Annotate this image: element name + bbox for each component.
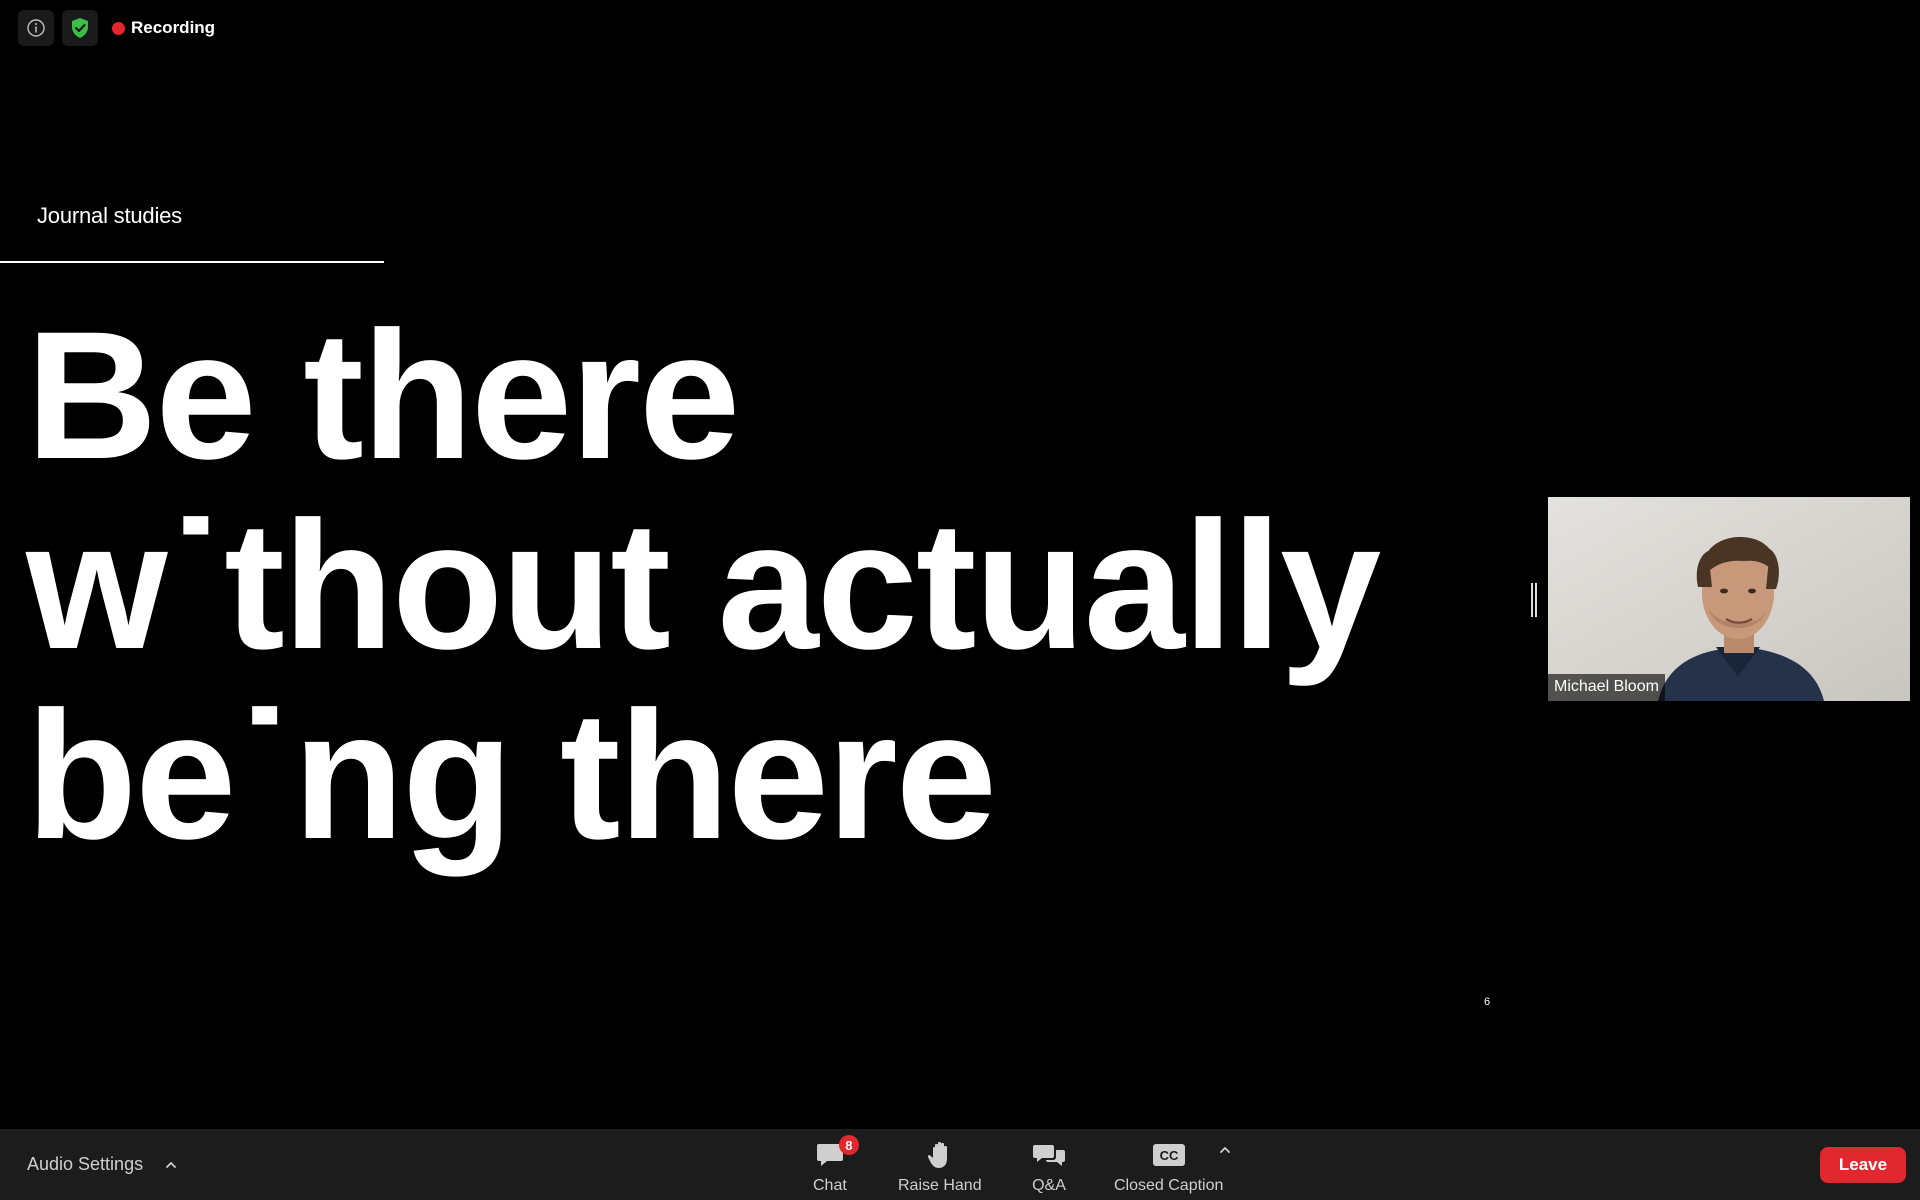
recording-dot-icon bbox=[112, 21, 125, 35]
participant-video-feed bbox=[1548, 497, 1910, 701]
participant-video-tile[interactable]: Michael Bloom bbox=[1548, 497, 1910, 701]
slide-divider bbox=[0, 261, 384, 263]
closed-caption-button[interactable]: CC Closed Caption bbox=[1114, 1129, 1223, 1200]
qa-button[interactable]: Q&A bbox=[1032, 1129, 1066, 1200]
chat-unread-badge: 8 bbox=[838, 1135, 859, 1155]
meeting-info-button[interactable] bbox=[18, 10, 54, 46]
cc-icon: CC bbox=[1152, 1144, 1185, 1166]
slide-section-title: Journal studies bbox=[37, 203, 182, 228]
chat-label: Chat bbox=[813, 1177, 847, 1194]
participant-name-tag: Michael Bloom bbox=[1548, 674, 1665, 701]
shield-check-icon bbox=[72, 18, 88, 38]
recording-indicator[interactable]: Recording bbox=[106, 10, 221, 46]
headline-line-3: be˙ng there bbox=[26, 673, 997, 877]
caption-options-chevron-icon[interactable] bbox=[1218, 1143, 1232, 1157]
view-splitter-handle[interactable] bbox=[1531, 583, 1537, 617]
recording-label: Recording bbox=[131, 18, 216, 37]
headline-line-1: Be there bbox=[26, 293, 740, 497]
closed-caption-label: Closed Caption bbox=[1114, 1177, 1224, 1194]
chevron-up-icon bbox=[166, 1161, 176, 1168]
raise-hand-button[interactable]: Raise Hand bbox=[898, 1129, 982, 1200]
slide-page-number: 6 bbox=[1484, 996, 1491, 1008]
meeting-status-bar: Recording bbox=[18, 10, 221, 46]
hand-icon bbox=[927, 1141, 947, 1168]
zoom-meeting-window: Recording Journal studies Be there w˙tho… bbox=[0, 0, 1920, 1200]
info-icon bbox=[27, 19, 45, 37]
chat-button[interactable]: 8 Chat bbox=[813, 1129, 859, 1200]
meeting-toolbar: Audio Settings 8 Chat Raise Hand Q&A CC … bbox=[0, 1129, 1920, 1200]
encryption-button[interactable] bbox=[62, 10, 98, 46]
slide-headline: Be there w˙thout actually be˙ng there bbox=[26, 300, 1526, 870]
audio-settings-label: Audio Settings bbox=[27, 1154, 144, 1174]
raise-hand-label: Raise Hand bbox=[898, 1177, 982, 1194]
leave-meeting-button[interactable]: Leave bbox=[1820, 1147, 1906, 1183]
qa-label: Q&A bbox=[1032, 1177, 1066, 1194]
qa-bubbles-icon bbox=[1033, 1145, 1065, 1166]
headline-line-2: w˙thout actually bbox=[26, 483, 1381, 687]
audio-settings-button[interactable]: Audio Settings bbox=[27, 1129, 177, 1200]
svg-text:CC: CC bbox=[1159, 1148, 1178, 1163]
